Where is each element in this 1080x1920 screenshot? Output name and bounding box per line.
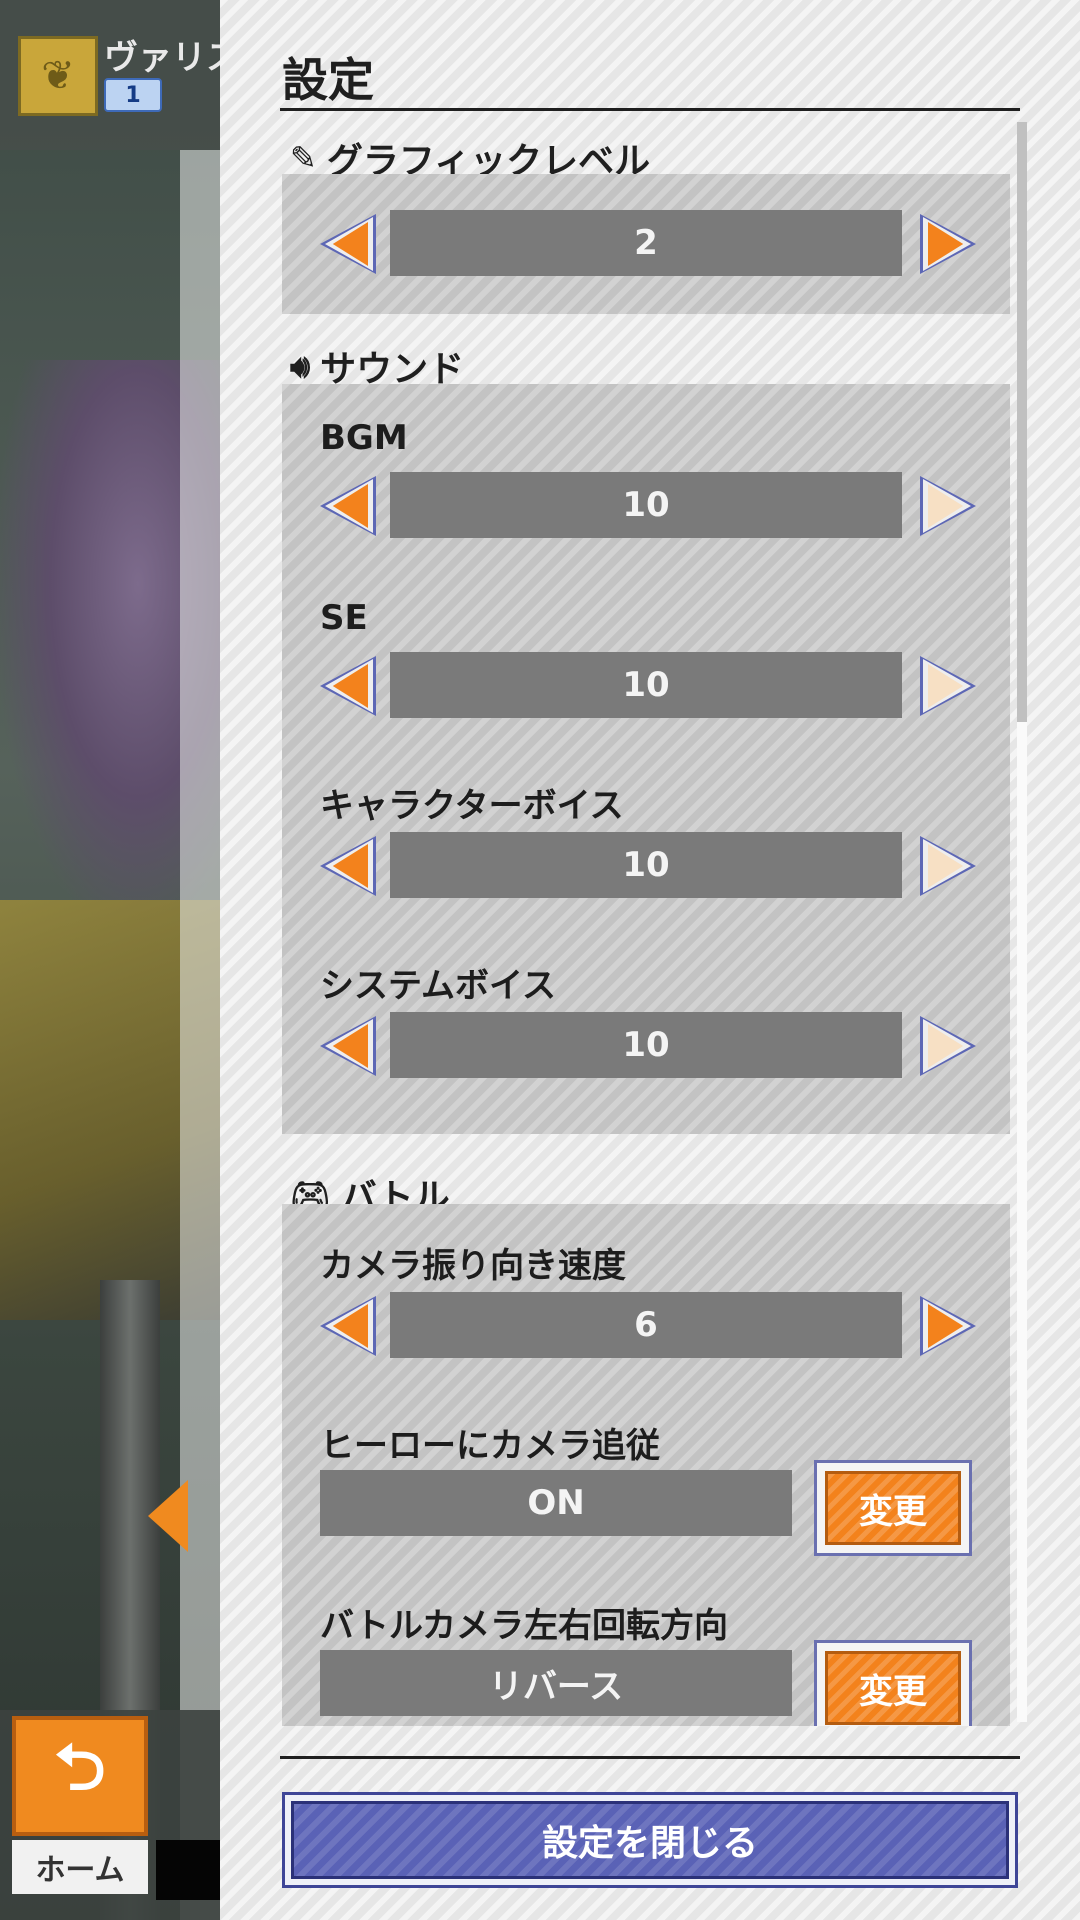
bgm-slider: 10 — [320, 472, 980, 538]
rank-badge: 1 — [104, 78, 162, 112]
camera-rotation-row: リバース 変更 — [320, 1640, 980, 1726]
graphics-increase-button[interactable] — [920, 214, 976, 274]
carousel-left-arrow[interactable] — [148, 1480, 188, 1552]
close-settings-label: 設定を閉じる — [291, 1801, 1009, 1879]
camera-rotation-value: リバース — [320, 1650, 792, 1716]
home-label[interactable]: ホーム — [12, 1840, 148, 1894]
camera-rotation-change-button[interactable]: 変更 — [814, 1640, 972, 1726]
close-settings-button[interactable]: 設定を閉じる — [282, 1792, 1018, 1888]
system-voice-slider: 10 — [320, 1012, 980, 1078]
camera-speed-increase-button[interactable] — [920, 1296, 976, 1356]
camera-rotation-change-label: 変更 — [825, 1651, 961, 1725]
camera-follow-value: ON — [320, 1470, 792, 1536]
camera-follow-row: ON 変更 — [320, 1460, 980, 1560]
bgm-decrease-button[interactable] — [320, 476, 376, 536]
settings-panel: 設定 ✎ グラフィックレベル 2 🔊︎ サウンド BGM 10 SE 10 キャ… — [220, 0, 1080, 1920]
bgm-value: 10 — [390, 472, 902, 538]
laurel-icon: ❦ — [41, 53, 75, 99]
se-decrease-button[interactable] — [320, 656, 376, 716]
panel-title: 設定 — [282, 53, 374, 107]
se-label: SE — [320, 598, 368, 638]
camera-speed-value: 6 — [390, 1292, 902, 1358]
se-value: 10 — [390, 652, 902, 718]
se-increase-button[interactable] — [920, 656, 976, 716]
character-voice-decrease-button[interactable] — [320, 836, 376, 896]
system-voice-label: システムボイス — [320, 966, 556, 1006]
camera-speed-label: カメラ振り向き速度 — [320, 1246, 626, 1286]
character-voice-slider: 10 — [320, 832, 980, 898]
player-avatar[interactable]: ❦ — [18, 36, 98, 116]
system-voice-increase-button[interactable] — [920, 1016, 976, 1076]
camera-follow-change-label: 変更 — [825, 1471, 961, 1545]
title-divider — [280, 108, 1020, 111]
bgm-label: BGM — [320, 418, 408, 458]
character-voice-increase-button[interactable] — [920, 836, 976, 896]
back-arrow-icon: ⮌ — [54, 1731, 106, 1805]
bgm-increase-button[interactable] — [920, 476, 976, 536]
nav-slot — [156, 1840, 220, 1900]
graphics-level-slider: 2 — [320, 210, 980, 276]
system-voice-value: 10 — [390, 1012, 902, 1078]
character-voice-value: 10 — [390, 832, 902, 898]
graphics-level-value: 2 — [390, 210, 902, 276]
character-voice-label: キャラクターボイス — [320, 786, 624, 826]
scrollbar-thumb[interactable] — [1017, 122, 1027, 722]
graphics-decrease-button[interactable] — [320, 214, 376, 274]
camera-speed-slider: 6 — [320, 1292, 980, 1358]
system-voice-decrease-button[interactable] — [320, 1016, 376, 1076]
pencil-icon: ✎ — [290, 139, 317, 177]
se-slider: 10 — [320, 652, 980, 718]
footer-divider — [280, 1756, 1020, 1759]
settings-scroll-area[interactable]: ✎ グラフィックレベル 2 🔊︎ サウンド BGM 10 SE 10 キャラクタ… — [220, 112, 1080, 1726]
speaker-icon: 🔊︎ — [290, 346, 311, 385]
home-button[interactable]: ⮌ — [12, 1716, 148, 1836]
camera-speed-decrease-button[interactable] — [320, 1296, 376, 1356]
camera-follow-change-button[interactable]: 変更 — [814, 1460, 972, 1556]
